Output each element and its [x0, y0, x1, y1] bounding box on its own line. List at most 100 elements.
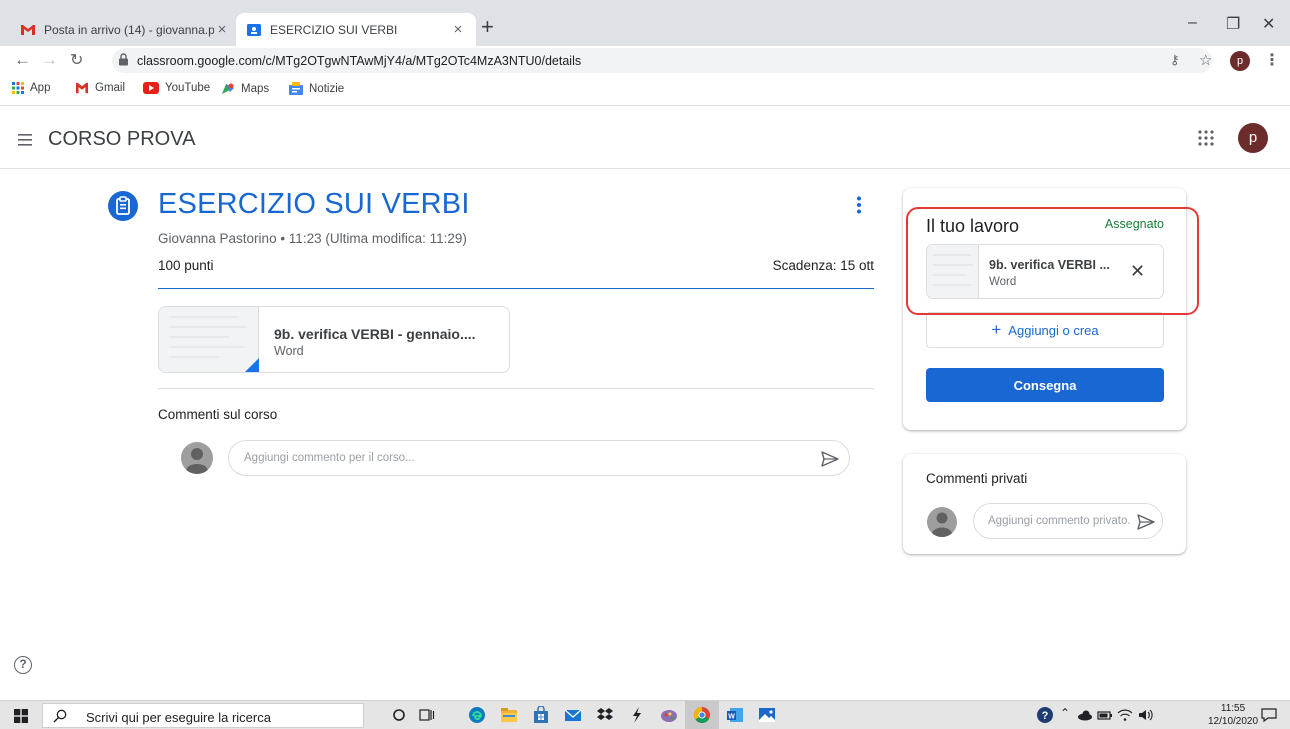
- bookmark-maps[interactable]: Maps: [221, 82, 269, 96]
- store-icon[interactable]: [532, 706, 550, 724]
- tab-classroom[interactable]: ESERCIZIO SUI VERBI ×: [236, 13, 476, 46]
- assignment-title: ESERCIZIO SUI VERBI: [158, 188, 470, 220]
- windows-taskbar: Scrivi qui per eseguire la ricerca W ? ⌃…: [0, 700, 1290, 729]
- youtube-icon: [143, 82, 159, 94]
- word-icon[interactable]: W: [726, 706, 744, 724]
- wifi-icon[interactable]: [1116, 706, 1134, 724]
- notifications-icon[interactable]: [1260, 706, 1278, 724]
- assignment-meta: Giovanna Pastorino • 11:23 (Ultima modif…: [158, 231, 467, 246]
- chrome-icon[interactable]: [693, 706, 711, 724]
- send-icon[interactable]: [821, 451, 839, 467]
- private-comments-title: Commenti privati: [926, 471, 1028, 486]
- maps-icon: [222, 83, 234, 94]
- document-thumbnail: [159, 307, 259, 372]
- gmail-icon: [21, 24, 35, 35]
- send-icon[interactable]: [1137, 514, 1155, 530]
- hamburger-menu-icon[interactable]: [18, 134, 32, 146]
- tab-gmail[interactable]: Posta in arrivo (14) - giovanna.pa ×: [14, 13, 236, 46]
- private-comments-card: Commenti privati Aggiungi commento priva…: [903, 454, 1186, 554]
- paint-icon[interactable]: [660, 706, 678, 724]
- tab-label: Posta in arrivo (14) - giovanna.pa: [44, 22, 214, 37]
- more-options-icon[interactable]: [856, 196, 862, 214]
- user-avatar-icon: [927, 507, 957, 537]
- bookmark-label: App: [30, 82, 51, 94]
- assignment-points: 100 punti: [158, 258, 214, 273]
- submit-button[interactable]: Consegna: [926, 368, 1164, 402]
- attachment-card[interactable]: 9b. verifica VERBI - gennaio.... Word: [158, 306, 510, 373]
- mail-icon[interactable]: [564, 706, 582, 724]
- menu-kebab-icon[interactable]: ⋮: [1264, 50, 1280, 70]
- close-icon[interactable]: ×: [450, 21, 466, 38]
- user-avatar-icon: [181, 442, 213, 474]
- close-icon[interactable]: ×: [214, 21, 230, 38]
- back-arrow-icon[interactable]: ←: [14, 50, 31, 70]
- system-clock[interactable]: 11:55 12/10/2020: [1208, 702, 1258, 728]
- assignment-due-date: Scadenza: 15 ott: [772, 258, 874, 273]
- bookmark-notizie[interactable]: Notizie: [289, 82, 344, 95]
- window-close-icon[interactable]: ✕: [1262, 14, 1275, 34]
- bookmark-label: Notizie: [309, 82, 345, 95]
- volume-icon[interactable]: [1137, 706, 1155, 724]
- bookmark-youtube[interactable]: YouTube: [143, 82, 210, 94]
- classroom-header: CORSO PROVA p: [0, 106, 1290, 169]
- browser-toolbar: ← → ↻ classroom.google.com/c/MTg2OTgwNTA…: [0, 46, 1290, 76]
- divider: [158, 288, 874, 289]
- comment-placeholder: Aggiungi commento per il corso...: [244, 452, 415, 464]
- tab-label: ESERCIZIO SUI VERBI: [270, 22, 398, 37]
- divider: [158, 388, 874, 389]
- class-comment-input[interactable]: Aggiungi commento per il corso...: [228, 440, 850, 476]
- new-tab-button[interactable]: +: [481, 16, 494, 38]
- minimize-icon[interactable]: –: [1188, 14, 1197, 32]
- gmail-icon: [76, 82, 88, 94]
- add-or-create-button[interactable]: + Aggiungi o crea: [926, 312, 1164, 348]
- bookmark-app[interactable]: App: [12, 82, 50, 94]
- add-label: Aggiungi o crea: [1008, 322, 1099, 338]
- edge-icon[interactable]: [468, 706, 486, 724]
- assignment-icon: [108, 191, 138, 221]
- classroom-icon: [247, 23, 261, 36]
- tab-strip: Posta in arrivo (14) - giovanna.pa × ESE…: [0, 0, 1290, 46]
- profile-avatar[interactable]: p: [1230, 51, 1250, 71]
- chevron-up-icon[interactable]: ⌃: [1060, 706, 1070, 720]
- restore-icon[interactable]: ❐: [1226, 14, 1240, 34]
- svg-text:?: ?: [1042, 710, 1049, 722]
- private-comment-input[interactable]: Aggiungi commento privato...: [973, 503, 1163, 539]
- bookmark-gmail[interactable]: Gmail: [75, 82, 125, 94]
- taskbar-search-box[interactable]: Scrivi qui per eseguire la ricerca: [42, 703, 364, 728]
- plus-icon: +: [991, 320, 1002, 339]
- clock-time: 11:55: [1220, 703, 1246, 714]
- bookmark-label: YouTube: [165, 82, 211, 94]
- onedrive-icon[interactable]: [1076, 706, 1094, 724]
- search-icon: [53, 709, 67, 723]
- app-flash-icon[interactable]: [628, 706, 646, 724]
- forward-arrow-icon[interactable]: →: [41, 50, 58, 70]
- course-title[interactable]: CORSO PROVA: [48, 128, 195, 151]
- windows-start-icon[interactable]: [14, 709, 28, 723]
- lock-icon: [119, 53, 128, 66]
- apps-grid-icon: [12, 82, 24, 94]
- clock-date: 12/10/2020: [1208, 716, 1259, 727]
- search-placeholder: Scrivi qui per eseguire la ricerca: [86, 710, 271, 725]
- photos-icon[interactable]: [758, 706, 776, 724]
- reload-icon[interactable]: ↻: [70, 50, 83, 70]
- battery-icon[interactable]: [1096, 706, 1114, 724]
- news-icon: [289, 82, 303, 95]
- task-view-icon[interactable]: [418, 706, 436, 724]
- bookmarks-bar: App Gmail YouTube Maps Notizie: [0, 76, 1290, 106]
- help-icon[interactable]: ?: [14, 656, 32, 674]
- key-icon[interactable]: ⚷: [1170, 52, 1180, 68]
- attachment-type: Word: [274, 344, 304, 358]
- url-text[interactable]: classroom.google.com/c/MTg2OTgwNTAwMjY4/…: [137, 54, 581, 68]
- comment-placeholder: Aggiungi commento privato...: [988, 515, 1137, 527]
- file-explorer-icon[interactable]: [500, 706, 518, 724]
- star-icon[interactable]: ☆: [1199, 51, 1212, 69]
- google-apps-icon[interactable]: [1198, 130, 1214, 146]
- account-avatar[interactable]: p: [1238, 123, 1268, 153]
- svg-text:W: W: [728, 714, 735, 721]
- bookmark-label: Gmail: [95, 82, 126, 94]
- dropbox-icon[interactable]: [596, 706, 614, 724]
- cortana-icon[interactable]: [390, 706, 408, 724]
- bookmark-label: Maps: [241, 83, 270, 95]
- attachment-name: 9b. verifica VERBI - gennaio....: [274, 326, 476, 342]
- help-tray-icon[interactable]: ?: [1036, 706, 1054, 724]
